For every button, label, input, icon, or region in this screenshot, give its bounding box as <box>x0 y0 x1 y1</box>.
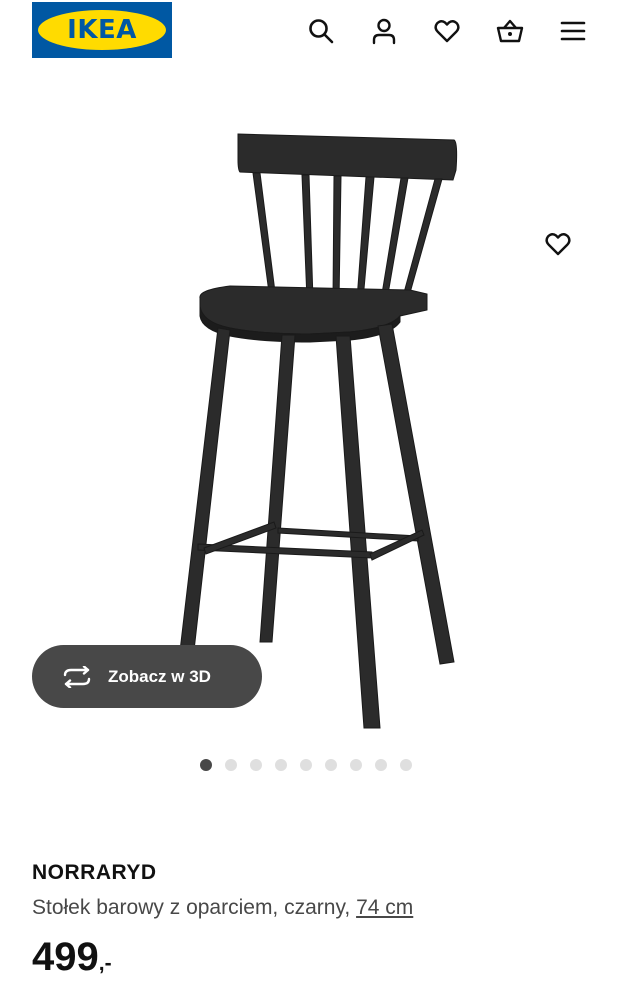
carousel-dot[interactable] <box>300 759 312 771</box>
carousel-dot[interactable] <box>350 759 362 771</box>
logo-registered-mark: ® <box>155 13 160 19</box>
view-in-3d-button[interactable]: Zobacz w 3D <box>32 645 262 708</box>
rotate-3d-icon <box>63 665 91 688</box>
search-icon <box>309 19 334 44</box>
favourites-button[interactable] <box>432 16 462 46</box>
carousel-indicator <box>200 758 412 772</box>
logo-text: IKEA <box>67 15 137 45</box>
product-info: NORRARYD Stołek barowy z oparciem, czarn… <box>32 858 592 980</box>
product-price: 499 ,- <box>32 934 592 980</box>
carousel-dot[interactable] <box>250 759 262 771</box>
carousel-dot[interactable] <box>375 759 387 771</box>
carousel-dot[interactable] <box>400 759 412 771</box>
ikea-logo[interactable]: IKEA ® <box>32 2 172 58</box>
carousel-dot[interactable] <box>325 759 337 771</box>
size-link[interactable]: 74 cm <box>356 896 413 919</box>
account-icon <box>372 18 396 45</box>
product-description-text: Stołek barowy z oparciem, czarny, <box>32 896 357 919</box>
price-integer: 499 <box>32 935 99 979</box>
menu-button[interactable] <box>558 16 588 46</box>
menu-icon <box>560 21 586 41</box>
account-button[interactable] <box>369 16 399 46</box>
product-name: NORRARYD <box>32 861 157 884</box>
add-to-favourites-button[interactable] <box>540 226 576 262</box>
price-suffix: ,- <box>98 952 112 975</box>
header: IKEA ® <box>0 0 622 62</box>
search-button[interactable] <box>306 16 336 46</box>
view-in-3d-label: Zobacz w 3D <box>108 666 211 686</box>
heart-icon <box>545 233 571 256</box>
bar-stool-image <box>173 133 458 729</box>
basket-button[interactable] <box>495 16 525 46</box>
heart-icon <box>434 20 460 43</box>
carousel-dot[interactable] <box>225 759 237 771</box>
carousel-dot[interactable] <box>200 759 212 771</box>
carousel-dot[interactable] <box>275 759 287 771</box>
basket-icon <box>496 19 524 43</box>
product-description: Stołek barowy z oparciem, czarny, 74 cm <box>32 894 592 922</box>
